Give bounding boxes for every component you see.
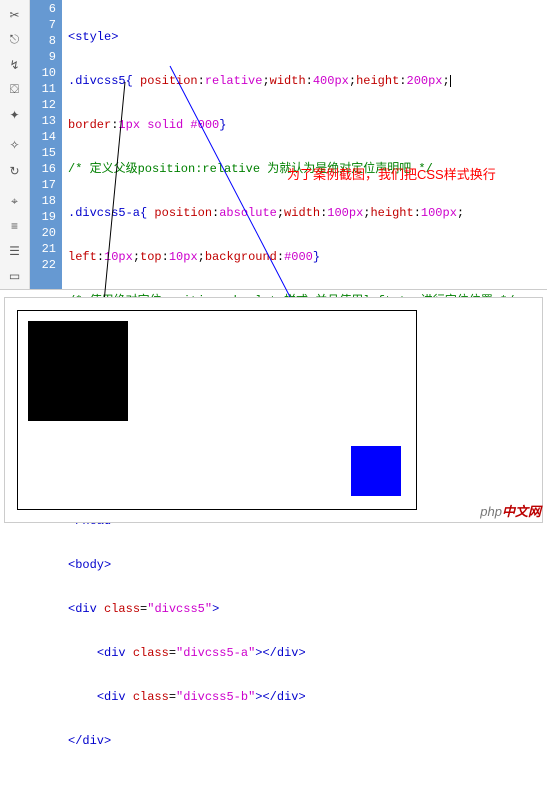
preview-black-box: [28, 321, 128, 421]
line-number: 19: [30, 209, 62, 225]
list-icon[interactable]: ☰: [4, 241, 26, 262]
anchor-icon[interactable]: ⌖: [4, 191, 26, 212]
line-number: 16: [30, 161, 62, 177]
line-number: 9: [30, 49, 62, 65]
line-number: 20: [30, 225, 62, 241]
line-number: 21: [30, 241, 62, 257]
watermark-php: php: [480, 504, 502, 519]
code-text: left: [68, 250, 97, 264]
annotation-text: 为了案例截图，我们把CSS样式换行: [287, 164, 496, 183]
code-text: .divcss5-a: [68, 206, 140, 220]
watermark: php中文网: [480, 501, 541, 520]
link-icon[interactable]: ⎋: [4, 29, 26, 50]
bookmark-icon[interactable]: ✦: [4, 104, 26, 125]
preview-parent-box: [17, 310, 417, 510]
line-number: 15: [30, 145, 62, 161]
compass-icon[interactable]: ✧: [4, 135, 26, 156]
scissor-icon[interactable]: ✂: [4, 4, 26, 25]
line-number-gutter: 678910111213141516171819202122: [30, 0, 62, 289]
line-number: 13: [30, 113, 62, 129]
watermark-cn: 中文网: [502, 504, 541, 519]
refresh-icon[interactable]: ↻: [4, 160, 26, 181]
code-text: border: [68, 118, 111, 132]
code-editor: ✂ ⎋ ↯ ⛋ ✦ ✧ ↻ ⌖ ≡ ☰ ▭ 678910111213141516…: [0, 0, 547, 290]
window-icon[interactable]: ▭: [4, 266, 26, 287]
preview-pane: [4, 297, 543, 523]
line-number: 22: [30, 257, 62, 273]
line-number: 12: [30, 97, 62, 113]
code-content[interactable]: <style> .divcss5{ position:relative;widt…: [62, 0, 547, 289]
sync-icon[interactable]: ↯: [4, 54, 26, 75]
line-number: 7: [30, 17, 62, 33]
line-number: 17: [30, 177, 62, 193]
code-text: </div>: [68, 734, 111, 748]
line-number: 8: [30, 33, 62, 49]
code-text: .divcss5: [68, 74, 126, 88]
preview-blue-box: [351, 446, 401, 496]
code-text: <body>: [68, 558, 111, 572]
text-cursor: [450, 75, 451, 87]
code-text: <style>: [68, 30, 118, 44]
line-number: 6: [30, 1, 62, 17]
editor-toolbar: ✂ ⎋ ↯ ⛋ ✦ ✧ ↻ ⌖ ≡ ☰ ▭: [0, 0, 30, 289]
align-icon[interactable]: ≡: [4, 216, 26, 237]
tree-icon[interactable]: ⛋: [4, 79, 26, 100]
line-number: 14: [30, 129, 62, 145]
line-number: 11: [30, 81, 62, 97]
line-number: 18: [30, 193, 62, 209]
line-number: 10: [30, 65, 62, 81]
